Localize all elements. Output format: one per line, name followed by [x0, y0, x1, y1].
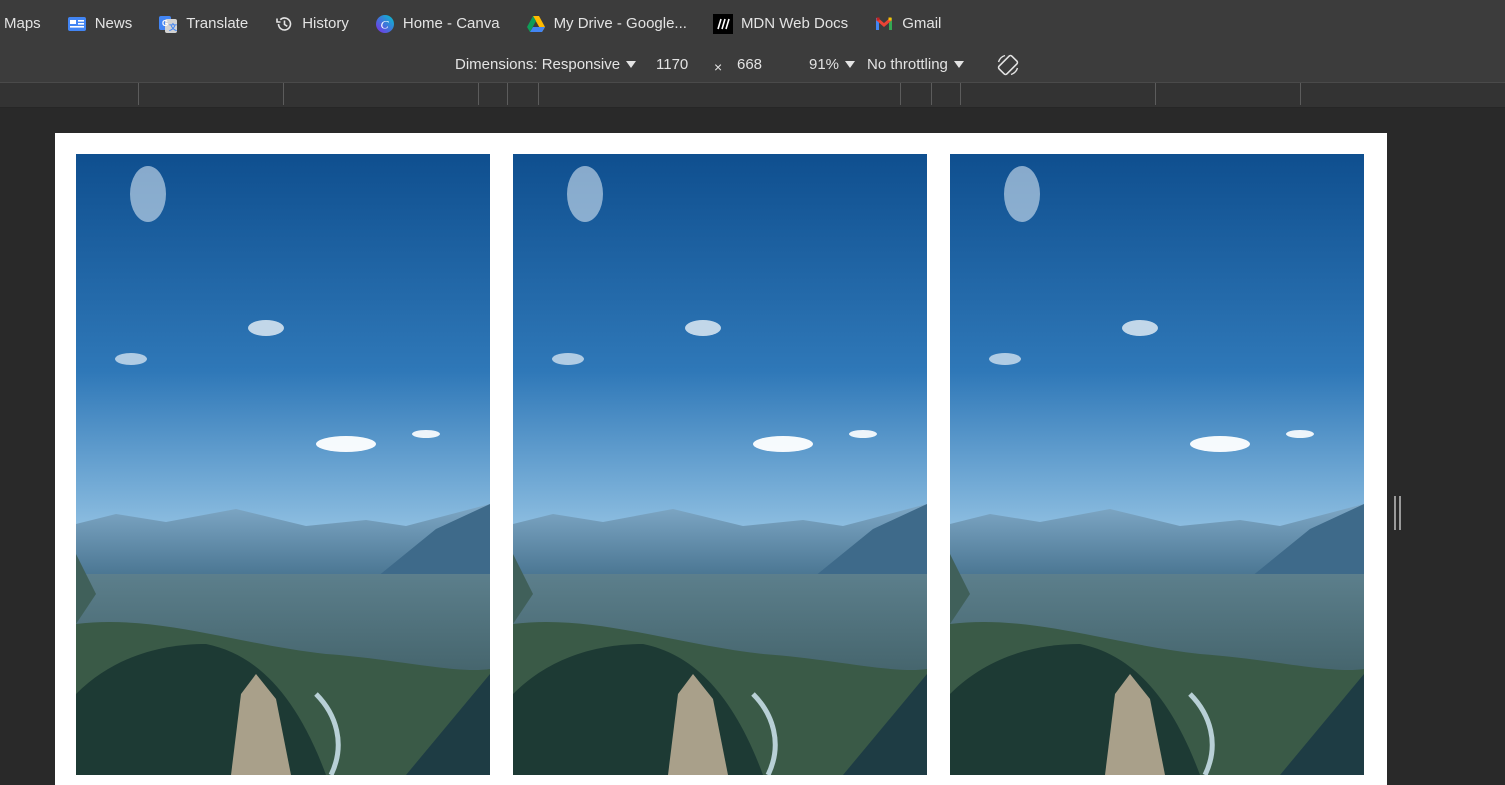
bookmark-gmail[interactable]: Gmail: [861, 10, 954, 38]
bookmark-history[interactable]: History: [261, 10, 362, 38]
bookmark-maps[interactable]: Maps: [0, 10, 54, 38]
ruler-tick: [1300, 83, 1301, 105]
history-icon: [274, 14, 294, 34]
google-translate-icon: G文: [158, 14, 178, 34]
ruler-tick: [283, 83, 284, 105]
bookmark-mdn[interactable]: MDN Web Docs: [700, 10, 861, 38]
viewport-resize-handle[interactable]: [1394, 496, 1403, 530]
dimensions-dropdown[interactable]: Dimensions: Responsive: [455, 47, 637, 82]
bookmark-label: Translate: [186, 15, 249, 32]
device-viewport: [55, 133, 1387, 785]
throttling-value: No throttling: [867, 56, 948, 73]
throttling-dropdown[interactable]: No throttling: [867, 47, 964, 82]
ruler-tick: [138, 83, 139, 105]
dimensions-label: Dimensions: Responsive: [455, 56, 621, 73]
bookmark-label: My Drive - Google...: [553, 15, 687, 32]
ruler-tick: [538, 83, 539, 105]
viewport-width-input[interactable]: 1170: [656, 47, 688, 82]
ruler-tick: [478, 83, 479, 105]
bookmark-label: Home - Canva: [402, 15, 500, 32]
ruler-tick: [507, 83, 508, 105]
bookmark-translate[interactable]: G文 Translate: [145, 10, 261, 38]
times-sign: ×: [714, 58, 723, 75]
ruler-tick: [1155, 83, 1156, 105]
ruler-tick: [931, 83, 932, 105]
bookmark-label: History: [302, 15, 349, 32]
height-value: 668: [737, 56, 763, 73]
svg-text:G: G: [162, 19, 168, 28]
bookmark-canva[interactable]: C Home - Canva: [362, 10, 513, 38]
width-value: 1170: [656, 56, 689, 73]
bookmark-label: News: [94, 15, 133, 32]
mdn-icon: [712, 13, 733, 34]
mountain-valley-image-3: [950, 154, 1364, 775]
chevron-down-icon: [626, 61, 637, 68]
bookmark-label: Gmail: [902, 15, 942, 32]
rotate-icon: [995, 52, 1021, 78]
svg-text:C: C: [380, 17, 389, 31]
mountain-valley-image-1: [76, 154, 490, 775]
bookmark-label: MDN Web Docs: [740, 15, 849, 32]
svg-text:文: 文: [169, 22, 178, 32]
zoom-value: 91%: [809, 56, 840, 73]
zoom-dropdown[interactable]: 91%: [809, 47, 856, 82]
bookmarks-bar: Maps News G文 Translate History C Home - …: [0, 0, 1505, 47]
chevron-down-icon: [953, 61, 964, 68]
google-news-icon: [67, 14, 87, 34]
mountain-valley-image-2: [513, 154, 927, 775]
media-query-ruler[interactable]: [0, 83, 1505, 108]
viewport-height-input[interactable]: 668: [737, 47, 762, 82]
canva-icon: C: [375, 14, 395, 34]
ruler-tick: [900, 83, 901, 105]
google-drive-icon: [526, 14, 546, 34]
ruler-tick: [960, 83, 961, 105]
chevron-down-icon: [845, 61, 856, 68]
bookmark-label: Maps: [4, 15, 41, 32]
dimension-separator: ×: [714, 49, 722, 84]
resize-grip-line: [1399, 496, 1401, 530]
device-toolbar: Dimensions: Responsive 1170 × 668 91% No…: [0, 47, 1505, 83]
gmail-icon: [874, 14, 894, 34]
rotate-button[interactable]: [995, 47, 1021, 82]
resize-grip-line: [1394, 496, 1396, 530]
bookmark-news[interactable]: News: [54, 10, 146, 38]
bookmark-google-drive[interactable]: My Drive - Google...: [513, 10, 700, 38]
